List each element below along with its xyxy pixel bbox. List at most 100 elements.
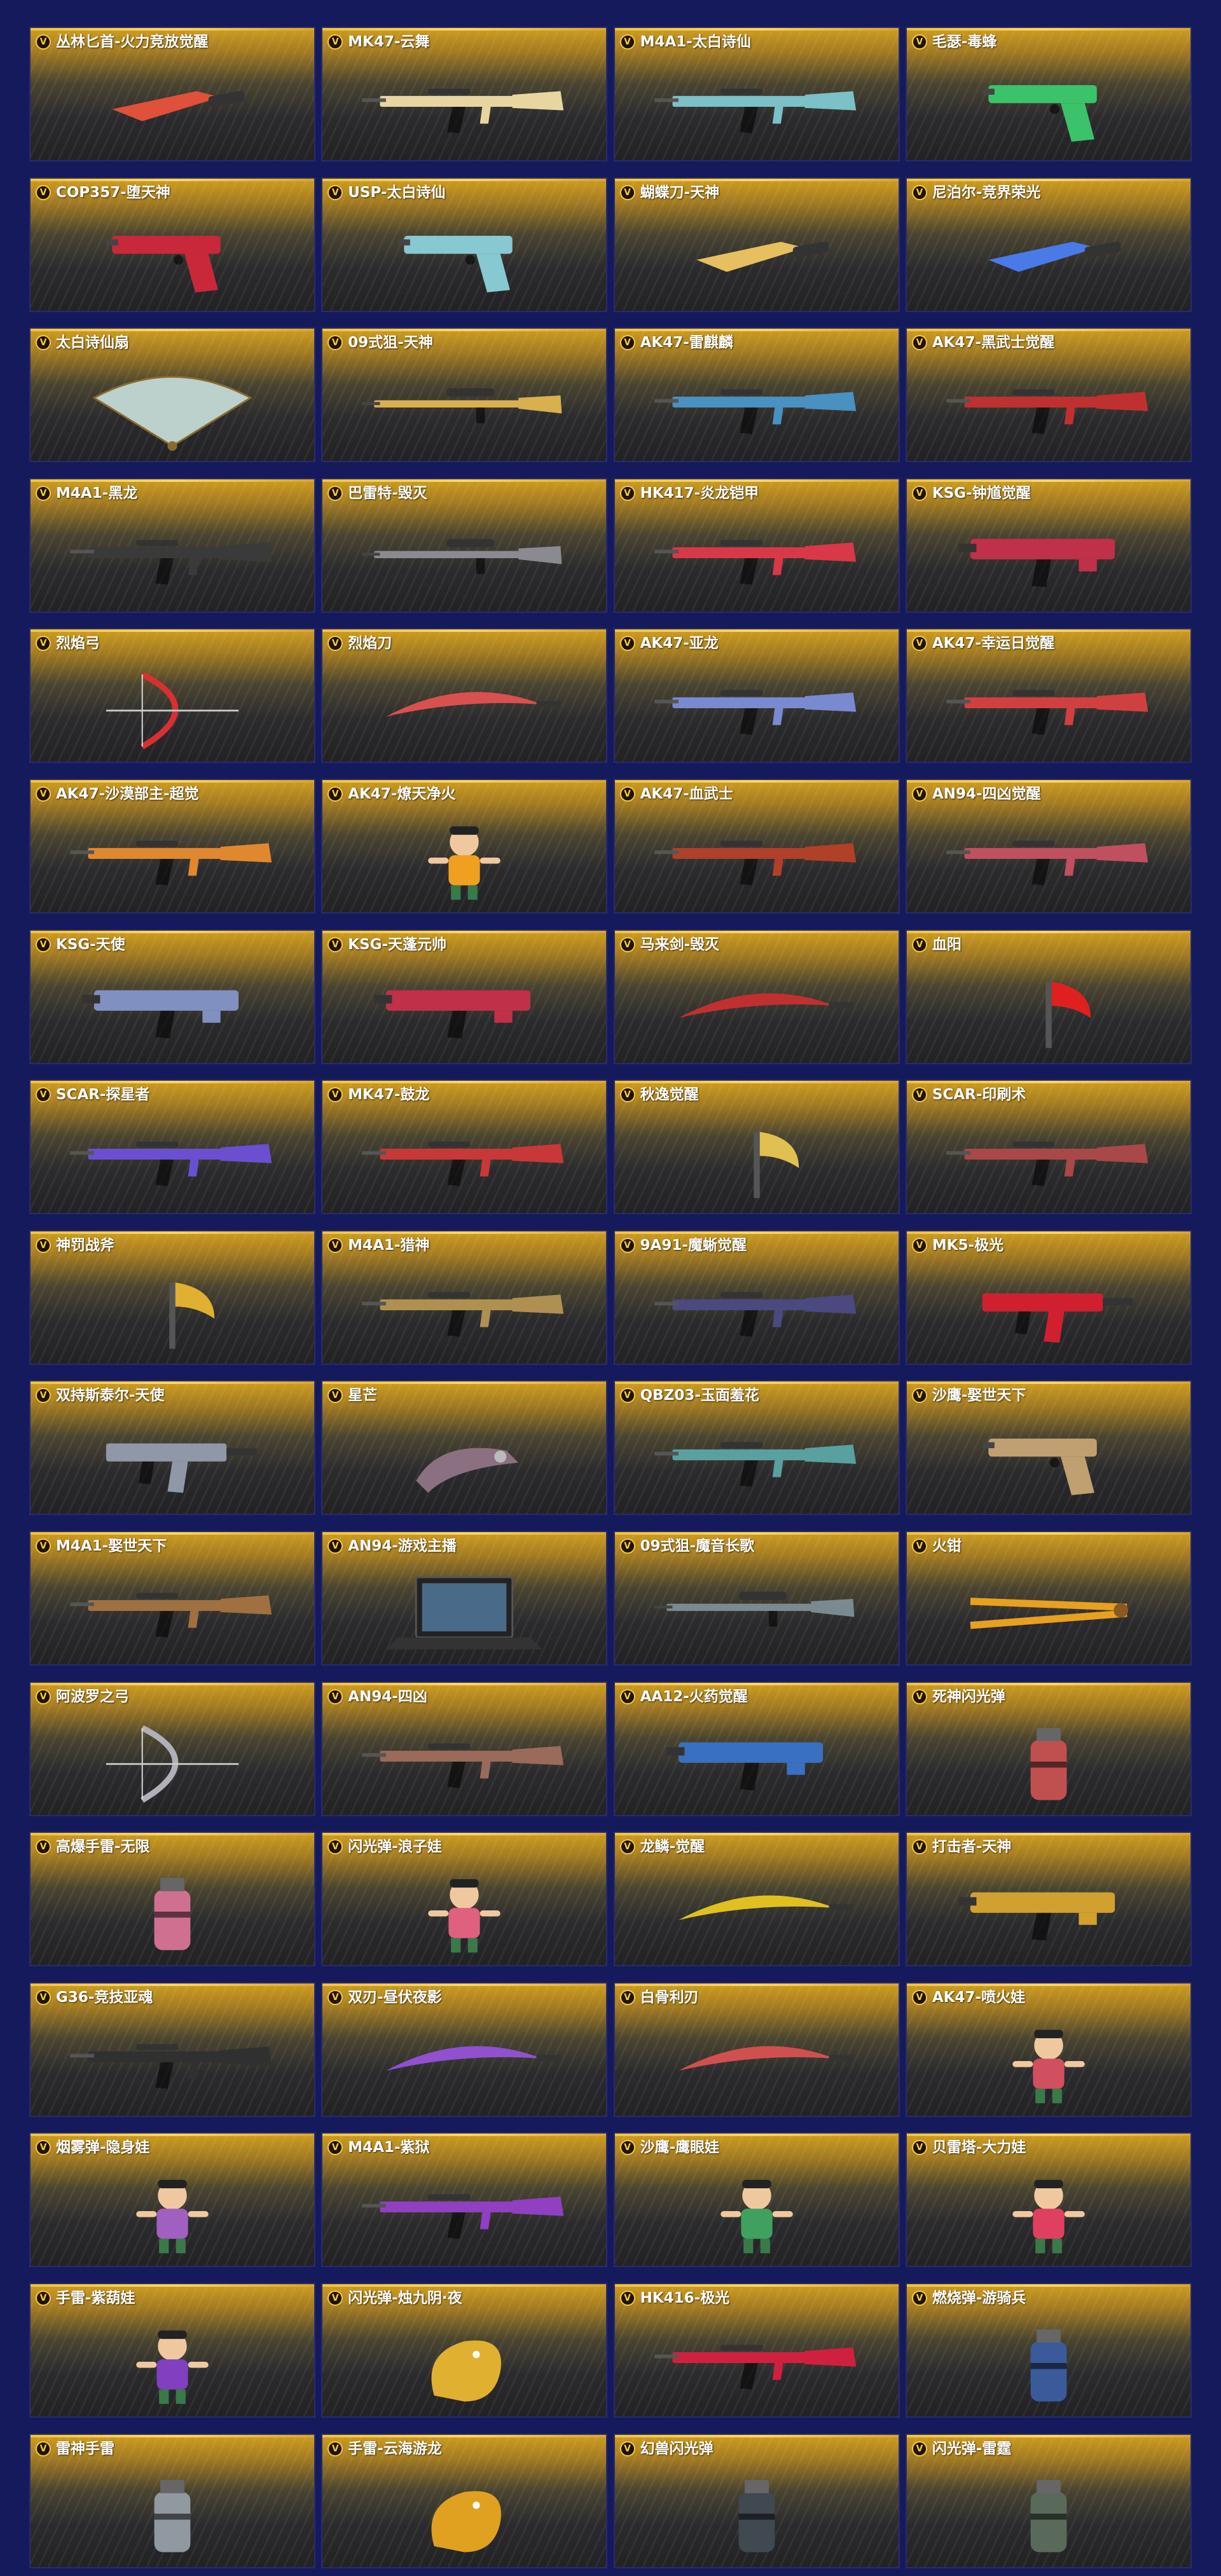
weapon-card[interactable]: V 烈焰刀 (321, 628, 608, 764)
weapon-card[interactable]: V KSG-天使 (29, 929, 315, 1064)
weapon-card[interactable]: V 烟雾弹-隐身娃 (29, 2132, 315, 2268)
weapon-name: COP357-堕天神 (56, 184, 170, 201)
weapon-card[interactable]: V 手雷-紫葫娃 (29, 2282, 315, 2418)
weapon-card[interactable]: V 雷神手雷 (29, 2433, 315, 2568)
v-badge-icon: V (619, 1087, 635, 1103)
weapon-name: AK47-幸运日觉醒 (932, 635, 1055, 652)
v-badge-icon: V (911, 1388, 927, 1404)
weapon-card[interactable]: V AK47-喷火娃 (905, 1982, 1192, 2117)
weapon-card[interactable]: V SCAR-印刷术 (905, 1079, 1192, 1215)
weapon-card[interactable]: V 燃烧弹-游骑兵 (905, 2282, 1192, 2418)
weapon-card[interactable]: V AK47-幸运日觉醒 (905, 628, 1192, 764)
card-accent (906, 1231, 1190, 1234)
v-badge-icon: V (911, 636, 927, 652)
weapon-card[interactable]: V M4A1-紫狱 (321, 2132, 608, 2268)
weapon-card[interactable]: V 闪光弹-烛九阴·夜 (321, 2282, 608, 2418)
weapon-card[interactable]: V 星芒 (321, 1380, 608, 1516)
weapon-card[interactable]: V 闪光弹-雷霆 (905, 2433, 1192, 2568)
weapon-name: 蝴蝶刀-天神 (640, 184, 720, 201)
weapon-card[interactable]: V 沙鹰-鹰眼娃 (613, 2132, 900, 2268)
card-accent (906, 1833, 1190, 1836)
weapon-card[interactable]: V 打击者-天神 (905, 1832, 1192, 1967)
v-badge-icon: V (328, 2140, 343, 2156)
weapon-card[interactable]: V COP357-堕天神 (29, 177, 315, 312)
weapon-card[interactable]: V 阿波罗之弓 (29, 1681, 315, 1816)
weapon-card[interactable]: V 尼泊尔-竞界荣光 (905, 177, 1192, 312)
weapon-card[interactable]: V 09式狙-天神 (321, 327, 608, 463)
weapon-name: SCAR-印刷术 (932, 1086, 1026, 1104)
shotgun-icon (926, 1866, 1171, 1956)
card-accent (31, 930, 314, 933)
weapon-card[interactable]: V AN94-四凶 (321, 1681, 608, 1816)
weapon-card[interactable]: V MK47-鼓龙 (321, 1079, 608, 1215)
weapon-card[interactable]: V 太白诗仙扇 (29, 327, 315, 463)
weapon-card[interactable]: V 高爆手雷-无限 (29, 1832, 315, 1967)
weapon-card[interactable]: V 烈焰弓 (29, 628, 315, 764)
weapon-card[interactable]: V AN94-游戏主播 (321, 1530, 608, 1666)
weapon-card[interactable]: V USP-太白诗仙 (321, 177, 608, 312)
weapon-card[interactable]: V 血阳 (905, 929, 1192, 1064)
knife-icon (926, 212, 1171, 302)
weapon-card[interactable]: V 沙鹰-娶世天下 (905, 1380, 1192, 1516)
weapon-name: 09式狙-天神 (348, 334, 433, 352)
weapon-card[interactable]: V 丛林匕首-火力竞放觉醒 (29, 27, 315, 161)
weapon-card[interactable]: V 蝴蝶刀-天神 (613, 177, 900, 312)
weapon-name: 星芒 (348, 1387, 378, 1404)
weapon-card[interactable]: V 双刃-昼伏夜影 (321, 1982, 608, 2117)
weapon-card[interactable]: V 幻兽闪光弹 (613, 2433, 900, 2568)
card-accent (322, 2134, 607, 2137)
card-accent (906, 1381, 1190, 1385)
weapon-card[interactable]: V G36-竞技亚魂 (29, 1982, 315, 2117)
weapon-card[interactable]: V 毛瑟-毒蜂 (905, 27, 1192, 161)
weapon-name: AK47-燎天净火 (348, 785, 456, 802)
gauntlet-icon (341, 1415, 587, 1505)
weapon-card[interactable]: V MK5-极光 (905, 1230, 1192, 1365)
v-badge-icon: V (36, 1839, 51, 1855)
card-accent (322, 479, 607, 482)
weapon-card[interactable]: V M4A1-娶世天下 (29, 1530, 315, 1666)
weapon-card[interactable]: V 手雷-云海游龙 (321, 2433, 608, 2568)
weapon-card[interactable]: V 闪光弹-浪子娃 (321, 1832, 608, 1967)
weapon-card[interactable]: V AK47-黑武士觉醒 (905, 327, 1192, 463)
weapon-card[interactable]: V 巴雷特-毁灭 (321, 477, 608, 613)
card-accent (614, 2134, 899, 2137)
weapon-card[interactable]: V HK416-极光 (613, 2282, 900, 2418)
weapon-card[interactable]: V AK47-雷麒麟 (613, 327, 900, 463)
weapon-card[interactable]: V 9A91-魔蜥觉醒 (613, 1230, 900, 1365)
weapon-card[interactable]: V 马来剑-毁灭 (613, 929, 900, 1064)
axe-icon (634, 1114, 880, 1204)
weapon-card[interactable]: V 双持斯泰尔-天使 (29, 1380, 315, 1516)
weapon-name: 闪光弹-浪子娃 (348, 1839, 442, 1856)
weapon-card[interactable]: V SCAR-探星者 (29, 1079, 315, 1215)
weapon-name: 09式狙-魔音长歌 (640, 1537, 755, 1554)
weapon-card[interactable]: V QBZ03-玉面羞花 (613, 1380, 900, 1516)
weapon-card[interactable]: V 贝雷塔-大力娃 (905, 2132, 1192, 2268)
card-accent (322, 1531, 607, 1535)
weapon-card[interactable]: V 白骨利刃 (613, 1982, 900, 2117)
weapon-card[interactable]: V 秋逸觉醒 (613, 1079, 900, 1215)
weapon-card[interactable]: V KSG-钟馗觉醒 (905, 477, 1192, 613)
weapon-card[interactable]: V 09式狙-魔音长歌 (613, 1530, 900, 1666)
weapon-card[interactable]: V 神罚战斧 (29, 1230, 315, 1365)
v-badge-icon: V (36, 636, 51, 652)
weapon-card[interactable]: V M4A1-太白诗仙 (613, 27, 900, 161)
weapon-card[interactable]: V AN94-四凶觉醒 (905, 778, 1192, 914)
weapon-card[interactable]: V AA12-火药觉醒 (613, 1681, 900, 1816)
weapon-card[interactable]: V 火钳 (905, 1530, 1192, 1666)
weapon-card[interactable]: V 死神闪光弹 (905, 1681, 1192, 1816)
weapon-card[interactable]: V AK47-亚龙 (613, 628, 900, 764)
weapon-card[interactable]: V MK47-云舞 (321, 27, 608, 161)
v-badge-icon: V (619, 786, 635, 802)
shotgun-icon (634, 1716, 880, 1806)
weapon-card[interactable]: V 龙鳞-觉醒 (613, 1832, 900, 1967)
weapon-card[interactable]: V AK47-沙漠部主-超觉 (29, 778, 315, 914)
weapon-name: 毛瑟-毒蜂 (932, 34, 997, 50)
weapon-card[interactable]: V M4A1-猎神 (321, 1230, 608, 1365)
weapon-card[interactable]: V M4A1-黑龙 (29, 477, 315, 613)
card-accent (906, 2434, 1190, 2437)
weapon-card[interactable]: V AK47-燎天净火 (321, 778, 608, 914)
weapon-card[interactable]: V HK417-炎龙铠甲 (613, 477, 900, 613)
weapon-card[interactable]: V KSG-天蓬元帅 (321, 929, 608, 1064)
weapon-card[interactable]: V AK47-血武士 (613, 778, 900, 914)
v-badge-icon: V (36, 1388, 51, 1404)
